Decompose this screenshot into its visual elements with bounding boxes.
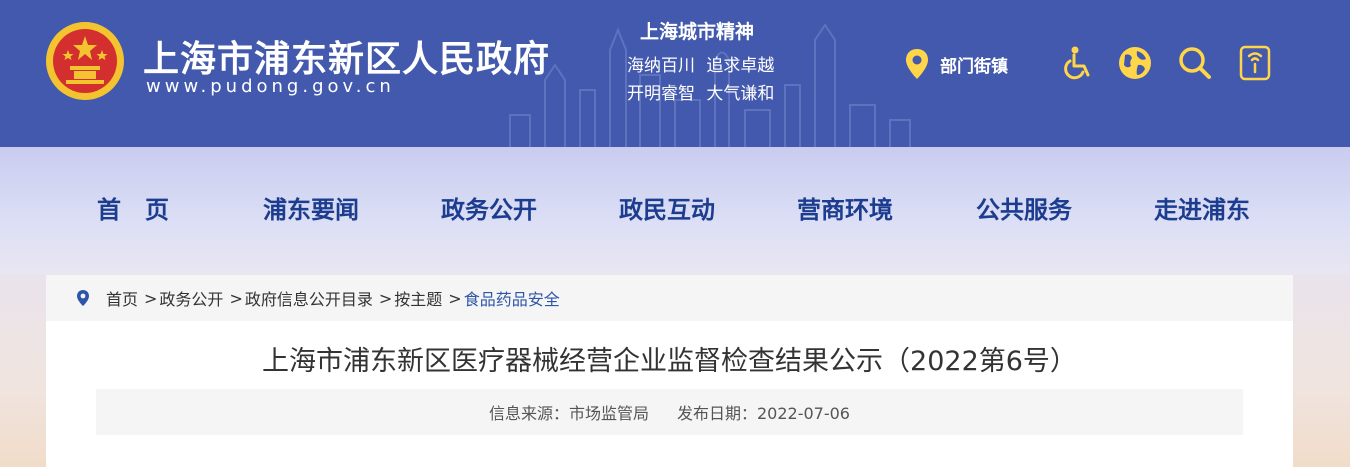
accessibility-icon xyxy=(1064,46,1090,80)
search-icon xyxy=(1179,47,1211,79)
article-date: 发布日期：2022-07-06 xyxy=(677,404,850,423)
breadcrumb-separator: > xyxy=(229,288,243,308)
language-button[interactable] xyxy=(1116,44,1154,82)
nav-item-public-services[interactable]: 公共服务 xyxy=(976,190,1072,225)
breadcrumb-item-home[interactable]: 首页 xyxy=(106,286,138,310)
department-link[interactable]: 部门街镇 xyxy=(904,48,1008,80)
breadcrumb-item-disclosure-catalog[interactable]: 政府信息公开目录 xyxy=(245,286,373,310)
city-spirit-title: 上海城市精神 xyxy=(640,21,755,43)
breadcrumb-item-food-drug-safety[interactable]: 食品药品安全 xyxy=(464,286,560,310)
site-header: 上海市浦东新区人民政府 www.pudong.gov.cn 上海城市精神 海纳百… xyxy=(0,0,1350,147)
main-navigation: 首 页 浦东要闻 政务公开 政民互动 营商环境 公共服务 走进浦东 xyxy=(0,147,1350,275)
nav-item-business-environment[interactable]: 营商环境 xyxy=(797,190,893,225)
site-url: www.pudong.gov.cn xyxy=(146,76,395,97)
national-emblem-logo xyxy=(46,22,124,100)
article-title: 上海市浦东新区医疗器械经营企业监督检查结果公示（2022第6号） xyxy=(262,346,1077,377)
location-pin-icon xyxy=(77,290,89,306)
nav-item-government-affairs[interactable]: 政务公开 xyxy=(441,190,537,225)
accessibility-button[interactable] xyxy=(1059,44,1097,82)
article-meta: 信息来源：市场监管局 发布日期：2022-07-06 xyxy=(96,389,1243,435)
mobile-version-button[interactable] xyxy=(1236,44,1274,82)
location-pin-icon xyxy=(906,49,928,79)
search-button[interactable] xyxy=(1176,44,1214,82)
breadcrumb-separator: > xyxy=(448,288,462,308)
nav-item-pudong-news[interactable]: 浦东要闻 xyxy=(263,190,359,225)
site-title[interactable]: 上海市浦东新区人民政府 xyxy=(143,30,550,82)
nav-item-public-interaction[interactable]: 政民互动 xyxy=(619,190,715,225)
city-spirit-line-2: 开明睿智 大气谦和 xyxy=(627,84,775,104)
content-panel: 首页 > 政务公开 > 政府信息公开目录 > 按主题 > 食品药品安全 上海市浦… xyxy=(46,275,1293,467)
mobile-icon xyxy=(1239,45,1271,81)
department-label: 部门街镇 xyxy=(940,56,1008,77)
globe-icon xyxy=(1119,47,1151,79)
breadcrumb-separator: > xyxy=(144,288,158,308)
article-source: 信息来源：市场监管局 xyxy=(488,404,649,423)
breadcrumb-separator: > xyxy=(378,288,393,308)
breadcrumb-item-by-topic[interactable]: 按主题 xyxy=(394,286,442,310)
city-spirit-line-1: 海纳百川 追求卓越 xyxy=(627,56,775,76)
nav-item-about-pudong[interactable]: 走进浦东 xyxy=(1154,190,1250,225)
nav-item-home[interactable]: 首 页 xyxy=(97,190,169,225)
breadcrumb-item-government-affairs[interactable]: 政务公开 xyxy=(159,286,223,310)
breadcrumb: 首页 > 政务公开 > 政府信息公开目录 > 按主题 > 食品药品安全 xyxy=(46,275,1293,321)
